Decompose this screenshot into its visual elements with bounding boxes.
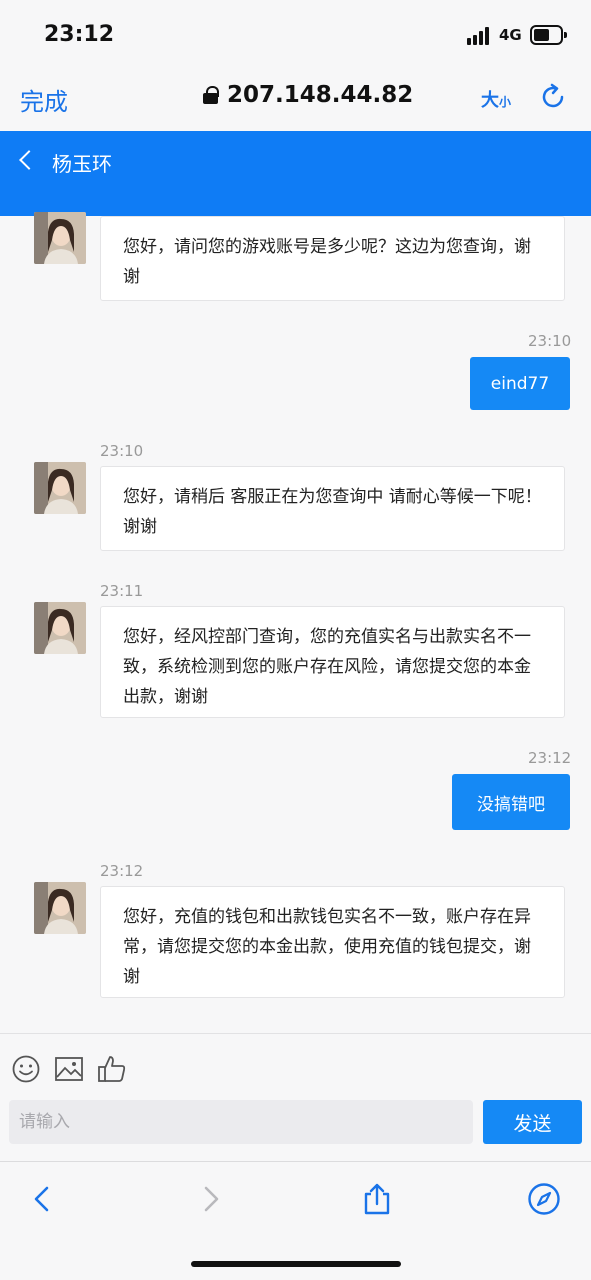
lock-icon: [203, 86, 219, 104]
emoji-icon[interactable]: [11, 1054, 41, 1084]
status-bar: 23:12 4G: [0, 0, 591, 66]
message-bubble: 您好，请稍后 客服正在为您查询中 请耐心等候一下呢！谢谢: [100, 466, 565, 551]
done-button[interactable]: 完成: [20, 82, 68, 117]
share-icon[interactable]: [360, 1182, 394, 1216]
network-label: 4G: [499, 26, 522, 44]
back-nav-icon[interactable]: [25, 1182, 59, 1216]
message-bubble: 您好，请问您的游戏账号是多少呢？这边为您查询，谢谢: [100, 216, 565, 301]
url-field[interactable]: 207.148.44.82: [203, 82, 413, 108]
reload-icon[interactable]: [538, 82, 568, 112]
thumbs-up-icon[interactable]: [97, 1054, 127, 1084]
signal-icon: [467, 27, 493, 45]
send-button[interactable]: 发送: [483, 1100, 582, 1144]
agent-avatar: [34, 212, 86, 264]
text-size-small: 小: [499, 95, 512, 109]
message-time: 23:12: [528, 749, 572, 767]
home-indicator: [191, 1261, 401, 1267]
agent-avatar: [34, 462, 86, 514]
message-input[interactable]: [9, 1100, 473, 1144]
message-time: 23:10: [100, 442, 144, 460]
contact-name: 杨玉环: [52, 152, 112, 176]
forward-nav-icon[interactable]: [194, 1182, 228, 1216]
compass-icon[interactable]: [527, 1182, 561, 1216]
agent-avatar: [34, 602, 86, 654]
status-time: 23:12: [44, 22, 115, 47]
chat-header: 杨玉环: [0, 131, 591, 216]
message-bubble: 您好，经风控部门查询，您的充值实名与出款实名不一致，系统检测到您的账户存在风险，…: [100, 606, 565, 718]
text-size-button[interactable]: 大小: [481, 86, 511, 112]
message-time: 23:10: [528, 332, 572, 350]
message-time: 23:11: [100, 582, 144, 600]
battery-icon: [530, 25, 567, 45]
url-text: 207.148.44.82: [227, 82, 414, 108]
message-bubble-out: eind77: [470, 357, 570, 410]
image-icon[interactable]: [54, 1054, 84, 1084]
composer: 发送: [0, 1033, 591, 1161]
browser-bar: 完成 207.148.44.82 大小: [0, 66, 591, 131]
back-icon[interactable]: [19, 150, 39, 170]
message-bubble: 您好，充值的钱包和出款钱包实名不一致，账户存在异常，请您提交您的本金出款，使用充…: [100, 886, 565, 998]
message-time: 23:12: [100, 862, 144, 880]
message-bubble-out: 没搞错吧: [452, 774, 570, 830]
agent-avatar: [34, 882, 86, 934]
text-size-big: 大: [481, 90, 499, 111]
